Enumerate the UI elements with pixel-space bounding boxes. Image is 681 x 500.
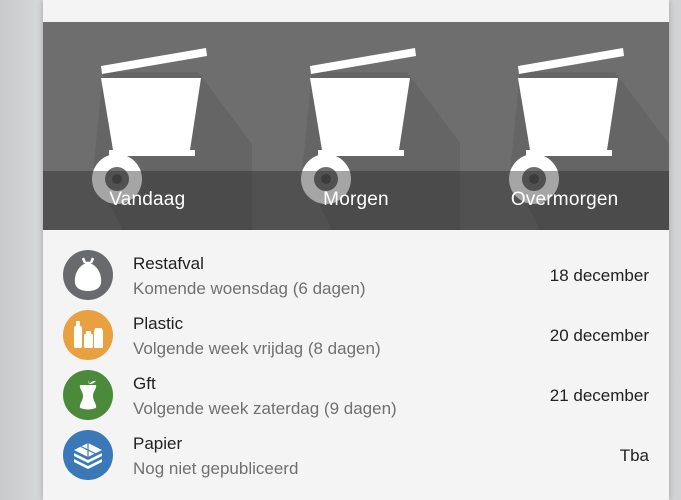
item-date: 18 december [549, 266, 649, 285]
item-date: 21 december [549, 386, 649, 405]
paper-stack-icon [63, 430, 113, 480]
bin-tiles-header: Vandaag Morgen Overmorgen [43, 22, 669, 230]
collection-list: Restafval Komende woensdag (6 dagen) 18 … [43, 246, 669, 486]
item-subtitle: Volgende week zaterdag (9 dagen) [133, 399, 397, 418]
waste-calendar-card: Vandaag Morgen Overmorgen Restafval Kome… [43, 0, 669, 500]
item-date: 20 december [549, 326, 649, 345]
tile-today-label: Vandaag [109, 189, 186, 210]
list-item-plastic[interactable]: Plastic Volgende week vrijdag (8 dagen) … [43, 306, 669, 366]
item-subtitle: Nog niet gepubliceerd [133, 459, 299, 478]
tile-tomorrow-label: Morgen [323, 189, 389, 210]
item-date: Tba [619, 446, 649, 465]
list-item-gft[interactable]: Gft Volgende week zaterdag (9 dagen) 21 … [43, 366, 669, 426]
list-item-restafval[interactable]: Restafval Komende woensdag (6 dagen) 18 … [43, 246, 669, 306]
item-title: Papier [133, 434, 183, 453]
item-title: Gft [133, 374, 156, 393]
plastic-bottles-icon [63, 310, 113, 360]
garbage-bag-icon [63, 250, 113, 300]
item-subtitle: Komende woensdag (6 dagen) [133, 279, 366, 298]
tile-day-after-tomorrow-label: Overmorgen [510, 189, 619, 210]
card-header-area [43, 0, 669, 22]
apple-core-icon [63, 370, 113, 420]
tile-tomorrow[interactable]: Morgen [251, 22, 461, 230]
item-title: Restafval [133, 254, 204, 273]
tile-today[interactable]: Vandaag [43, 22, 252, 230]
item-title: Plastic [133, 314, 184, 333]
item-subtitle: Volgende week vrijdag (8 dagen) [133, 339, 381, 358]
list-item-papier[interactable]: Papier Nog niet gepubliceerd Tba [43, 426, 669, 486]
tile-day-after-tomorrow[interactable]: Overmorgen [460, 22, 669, 230]
